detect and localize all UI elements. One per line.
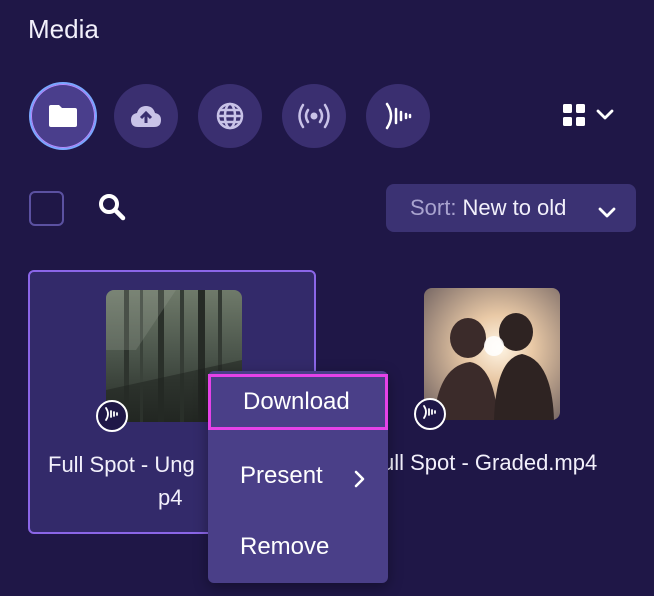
menu-item-label: Present [240,462,323,489]
menu-item-label: Remove [240,533,330,560]
media-card[interactable]: ull Spot - Graded.mp4 [346,270,634,534]
source-cloud-upload-button[interactable] [114,84,178,148]
file-name-line: Full Spot - Ung [48,452,195,477]
search-button[interactable] [96,193,128,225]
file-name: Full Spot - Ung p4 [48,448,218,514]
file-name-line: p4 [158,485,183,510]
source-audio-button[interactable] [366,84,430,148]
audio-wave-icon [421,404,439,425]
folder-icon [47,103,79,129]
video-thumbnail[interactable] [424,288,560,420]
context-menu: Download Present Remove [208,371,388,583]
source-broadcast-button[interactable] [282,84,346,148]
search-icon [98,193,126,226]
cloud-upload-icon [129,103,163,129]
page-title: Media [28,14,99,44]
sort-dropdown[interactable]: Sort: New to old [386,184,636,232]
file-name-line: ull Spot - Graded.mp4 [382,450,598,475]
menu-item-remove[interactable]: Remove [208,519,388,575]
broadcast-icon [295,101,333,131]
chevron-down-icon [596,108,614,126]
grid-view-icon [562,103,586,132]
menu-item-present[interactable]: Present [208,448,388,504]
globe-icon [215,101,245,131]
view-mode-toggle[interactable] [562,100,626,134]
audio-wave-icon [381,101,415,131]
audio-badge [96,400,128,432]
sort-label: Sort: [410,195,457,220]
select-all-checkbox[interactable] [29,191,64,226]
chevron-right-icon [354,467,366,495]
file-name: ull Spot - Graded.mp4 [382,446,632,479]
sort-value: New to old [462,195,567,220]
audio-wave-icon [103,406,121,427]
menu-item-download[interactable]: Download [208,374,388,430]
source-web-button[interactable] [198,84,262,148]
audio-badge [414,398,446,430]
source-folder-button[interactable] [31,84,95,148]
chevron-down-icon [598,199,616,225]
menu-item-label: Download [243,388,350,415]
